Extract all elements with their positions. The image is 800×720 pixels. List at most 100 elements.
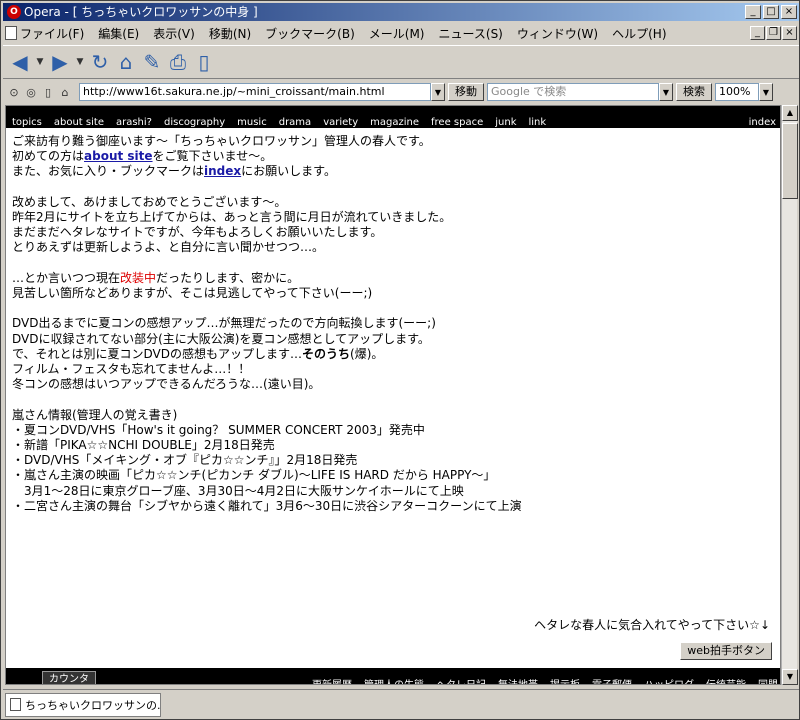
site-nav-bar: topics about site arashi? discography mu… [6, 106, 780, 128]
forward-history-dropdown-icon[interactable]: ▼ [75, 51, 85, 73]
dvd-line: で、それとは別に夏コンDVDの感想もアップします…そのうち(爆)。 [12, 347, 772, 362]
dvd-line: DVD出るまでに夏コンの感想アップ…が無理だったので方向転換します(ーー;) [12, 316, 436, 331]
window-title: Opera - [ ちっちゃいクロワッサンの中身 ] [24, 5, 258, 19]
navigation-toolbar: ◀ ▼ ▶ ▼ ↻ ⌂ ✎ ⎙ ▯ [3, 45, 799, 79]
nav-link-about-site[interactable]: about site [54, 117, 104, 128]
footer-link-alliance[interactable]: 同盟 [758, 676, 778, 684]
dvd-line: フィルム・フェスタも忘れてませんよ…！！ [12, 362, 251, 376]
footer-link-lawless-zone[interactable]: 無法地帯 [498, 676, 538, 684]
opera-logo-icon: O [7, 5, 21, 19]
nav-link-magazine[interactable]: magazine [370, 117, 419, 128]
dvd-line: 冬コンの感想はいつアップできるんだろうな…(遠い目)。 [12, 377, 321, 392]
menu-view[interactable]: 表示(V) [146, 25, 202, 42]
dvd-bold-text: そのうち [302, 346, 351, 361]
home-icon[interactable]: ⌂ [115, 51, 137, 73]
menu-edit[interactable]: 編集(E) [91, 25, 146, 42]
menu-mail[interactable]: メール(M) [362, 25, 432, 42]
menu-window[interactable]: ウィンドウ(W) [510, 25, 605, 42]
footer-link-update-history[interactable]: 更新履歴 [312, 676, 352, 684]
info-item: ・新譜「PIKA☆☆NCHI DOUBLE」2月18日発売 [12, 438, 275, 452]
wand-icon[interactable]: ✎ [141, 51, 163, 73]
nav-link-free-space[interactable]: free space [431, 117, 483, 128]
mdi-close-button[interactable]: × [782, 26, 797, 40]
info-item: ・DVD/VHS「メイキング・オブ『ピカ☆☆ンチ』」2月18日発売 [12, 453, 358, 468]
intro-text: 初めての方は [12, 149, 85, 164]
menu-news[interactable]: ニュース(S) [431, 25, 509, 42]
mdi-restore-button[interactable]: ❐ [766, 26, 781, 40]
info-item: 3月1〜28日に東京グローブ座、3月30日〜4月2日に大阪サンケイホールにて上映 [12, 483, 464, 498]
menu-file[interactable]: ファイル(F) [3, 25, 91, 42]
renovation-text: だったりします、密かに。 [156, 270, 300, 285]
info-item: ・夏コンDVD/VHS「How's it going？ SUMMER CONCE… [12, 422, 425, 437]
search-button[interactable]: 検索 [676, 83, 712, 101]
zoom-dropdown-icon[interactable]: ▼ [759, 83, 773, 101]
footer-link-diary[interactable]: ヘタレ日記 [436, 676, 486, 684]
reload-icon[interactable]: ↻ [89, 51, 111, 73]
vertical-scrollbar[interactable]: ▲ ▼ [781, 105, 798, 685]
about-site-link[interactable]: about site [84, 149, 153, 163]
back-history-dropdown-icon[interactable]: ▼ [35, 51, 45, 73]
page-tab[interactable]: ちっちゃいクロワッサンの... [5, 692, 161, 717]
address-input[interactable]: http://www16t.sakura.ne.jp/~mini_croissa… [79, 83, 431, 101]
scroll-thumb[interactable] [782, 123, 798, 199]
intro-text: にお願いします。 [241, 164, 336, 179]
nav-link-index[interactable]: index [749, 117, 776, 128]
footer-link-email[interactable]: 電子郵便 [592, 676, 632, 684]
menu-file-label: ファイル(F) [20, 26, 85, 41]
menu-bookmarks[interactable]: ブックマーク(B) [258, 25, 362, 42]
nav-link-topics[interactable]: topics [12, 117, 42, 128]
mdi-minimize-button[interactable]: _ [750, 26, 765, 40]
scroll-down-icon[interactable]: ▼ [782, 669, 798, 685]
greeting-line: 昨年2月にサイトを立ち上げてからは、あっと言う間に月日が流れていきました。 [12, 210, 452, 224]
nav-link-discography[interactable]: discography [164, 117, 225, 128]
footer-link-tradition[interactable]: 伝統芸能 [706, 676, 746, 684]
title-bar: O Opera - [ ちっちゃいクロワッサンの中身 ] _ □ × [3, 3, 799, 21]
menu-navigate[interactable]: 移動(N) [202, 25, 258, 42]
intro-line: 初めての方はabout siteをご覧下さいませ〜。 [12, 149, 772, 164]
maximize-button[interactable]: □ [763, 5, 779, 19]
close-button[interactable]: × [781, 5, 797, 19]
forward-icon[interactable]: ▶ [49, 51, 71, 73]
footer-link-happilog[interactable]: ハッピログ [644, 676, 694, 684]
search-engine-dropdown-icon[interactable]: ▼ [659, 83, 673, 101]
footer-link-bbs[interactable]: 掲示板 [550, 676, 580, 684]
back-icon[interactable]: ◀ [9, 51, 31, 73]
address-toolbar: ⊙ ◎ ▯ ⌂ http://www16t.sakura.ne.jp/~mini… [3, 81, 799, 103]
index-link[interactable]: index [204, 164, 241, 178]
minimize-button[interactable]: _ [745, 5, 761, 19]
dvd-text: で、それとは別に夏コンDVDの感想もアップします… [12, 346, 303, 361]
document-icon [10, 698, 21, 711]
web-clap-button[interactable]: web拍手ボタン [680, 642, 772, 660]
intro-text: また、お気に入り・ブックマークは [12, 164, 205, 179]
web-page: topics about site arashi? discography mu… [5, 105, 781, 685]
search-input[interactable]: Google で検索 [487, 83, 659, 101]
print-icon[interactable]: ⎙ [167, 51, 189, 73]
nav-link-arashi[interactable]: arashi? [116, 117, 152, 128]
footer-nav-bar: カウンタ 更新履歴 管理人の生態 ヘタレ日記 無法地帯 掲示板 電子郵便 ハッピ… [6, 668, 780, 684]
page-tab-label: ちっちゃいクロワッサンの... [25, 698, 161, 712]
scroll-up-icon[interactable]: ▲ [782, 105, 798, 121]
cookie-icon[interactable]: ◎ [24, 85, 38, 99]
zoom-select[interactable]: 100% [715, 83, 759, 101]
address-dropdown-icon[interactable]: ▼ [431, 83, 445, 101]
security-icon[interactable]: ⊙ [7, 85, 21, 99]
greeting-line: まだまだヘタレなサイトですが、今年もよろしくお願いいたします。 [12, 225, 383, 240]
renovation-text: …とか言いつつ現在 [12, 270, 121, 285]
greeting-line: とりあえずは更新しようよ、と自分に言い聞かせつつ…。 [12, 240, 325, 255]
nav-link-junk[interactable]: junk [495, 117, 516, 128]
info-title: 嵐さん情報(管理人の覚え書き) [12, 407, 178, 422]
nav-link-variety[interactable]: variety [323, 117, 358, 128]
nav-link-drama[interactable]: drama [279, 117, 311, 128]
menu-bar: ファイル(F) 編集(E) 表示(V) 移動(N) ブックマーク(B) メール(… [3, 23, 799, 43]
page-info-icon[interactable]: ▯ [41, 85, 55, 99]
lock-icon[interactable]: ⌂ [58, 85, 72, 99]
new-page-icon[interactable]: ▯ [193, 51, 215, 73]
intro-line: ご来訪有り難う御座います〜「ちっちゃいクロワッサン」管理人の春人です。 [12, 134, 431, 148]
main-content: ご来訪有り難う御座います〜「ちっちゃいクロワッサン」管理人の春人です。 初めての… [12, 134, 772, 514]
greeting-line: 改めまして、あけましておめでとうございます〜。 [12, 194, 287, 209]
menu-help[interactable]: ヘルプ(H) [605, 25, 673, 42]
go-button[interactable]: 移動 [448, 83, 484, 101]
footer-link-profile[interactable]: 管理人の生態 [364, 676, 424, 684]
nav-link-music[interactable]: music [237, 117, 267, 128]
nav-link-link[interactable]: link [528, 117, 546, 128]
